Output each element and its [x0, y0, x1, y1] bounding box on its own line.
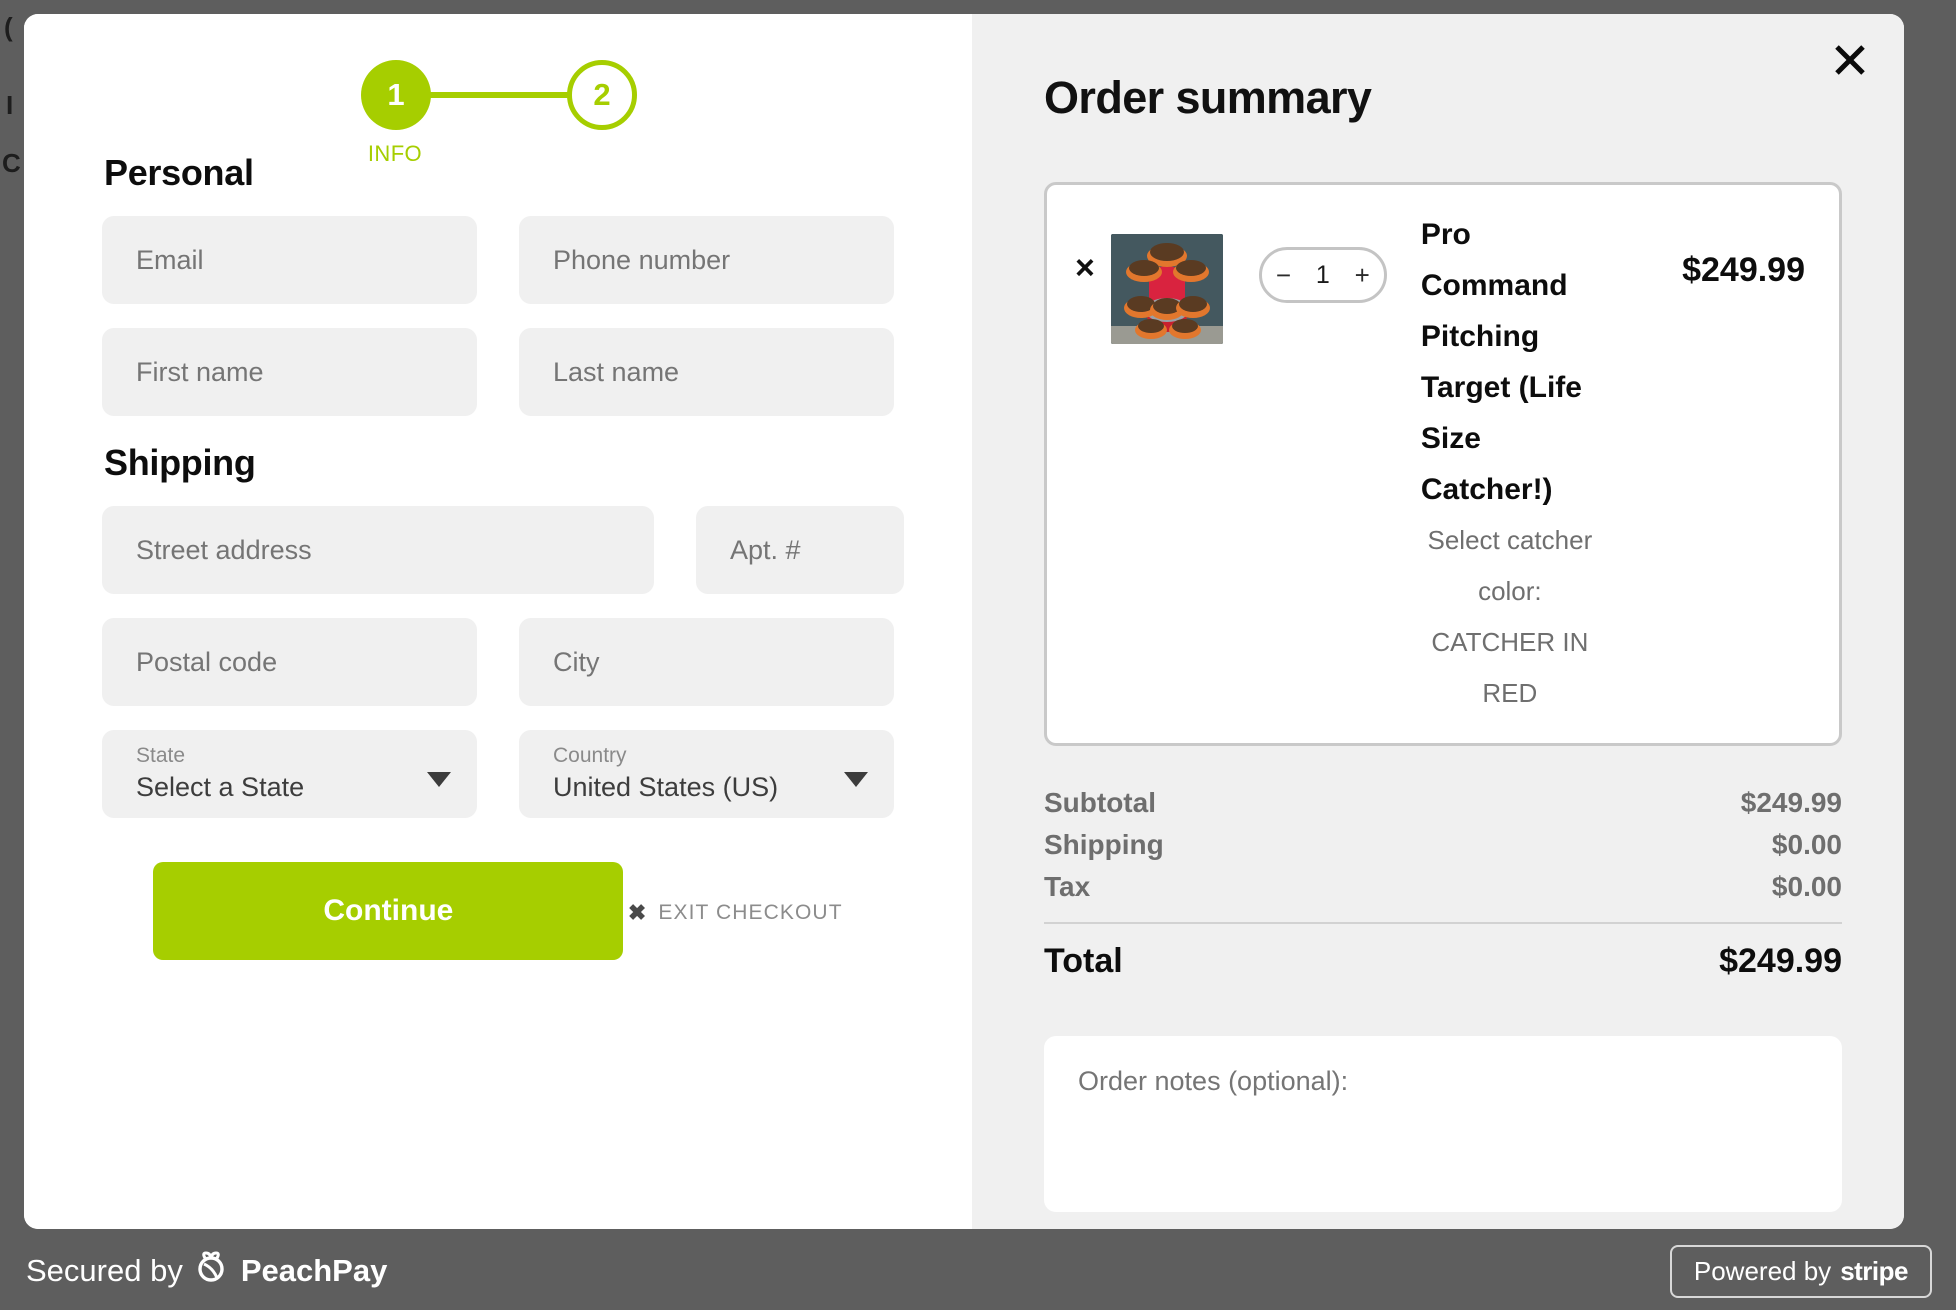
apt-field-wrap — [696, 506, 904, 594]
exit-checkout-label: EXIT CHECKOUT — [658, 901, 843, 924]
email-field[interactable] — [102, 216, 477, 304]
subtotal-value: $249.99 — [1740, 787, 1842, 818]
background-text-fragment: I — [6, 90, 14, 120]
total-value: $249.99 — [1719, 942, 1842, 980]
city-field-wrap — [519, 618, 894, 706]
stepper-step-2-number: 2 — [593, 77, 611, 112]
first-name-field-wrap — [102, 328, 477, 416]
order-summary-title: Order summary — [1044, 72, 1372, 123]
stepper-step-1-label: INFO — [367, 141, 423, 166]
checkout-stepper: 1 2 INFO — [333, 14, 663, 166]
checkout-form-pane: 1 2 INFO Personal Shipping — [24, 14, 972, 1229]
apartment-field[interactable] — [696, 506, 904, 594]
stepper-step-1-number: 1 — [387, 77, 405, 112]
state-select-label: State — [136, 744, 186, 767]
checkout-modal: 1 2 INFO Personal Shipping — [24, 14, 1904, 1229]
shipping-label: Shipping — [1044, 829, 1164, 860]
order-totals: Subtotal $249.99 Shipping $0.00 Tax $0.0… — [1044, 782, 1842, 986]
continue-area: Continue ✖ EXIT CHECKOUT — [102, 862, 894, 960]
city-field[interactable] — [519, 618, 894, 706]
shipping-value: $0.00 — [1771, 829, 1842, 860]
phone-field[interactable] — [519, 216, 894, 304]
cart-item-card: × − 1 + Pro Command Pitching Target (Lif… — [1044, 182, 1842, 746]
phone-field-wrap — [519, 216, 894, 304]
quantity-increase-button[interactable]: + — [1355, 260, 1370, 291]
state-select[interactable]: State Select a State — [102, 730, 477, 818]
stripe-badge: Powered by stripe — [1669, 1244, 1932, 1298]
totals-divider — [1044, 922, 1842, 924]
personal-row-2 — [102, 328, 894, 416]
street-field-wrap — [102, 506, 654, 594]
tax-value: $0.00 — [1771, 871, 1842, 902]
order-notes-input[interactable] — [1044, 1036, 1842, 1212]
product-thumbnail — [1110, 234, 1223, 344]
postal-code-field[interactable] — [102, 618, 477, 706]
country-select[interactable]: Country United States (US) — [519, 730, 894, 818]
close-icon[interactable] — [1826, 36, 1874, 84]
country-select-label: Country — [553, 744, 627, 767]
last-name-field[interactable] — [519, 328, 894, 416]
continue-button[interactable]: Continue — [153, 862, 624, 960]
close-small-icon: ✖ — [627, 900, 648, 925]
email-field-wrap — [102, 216, 477, 304]
shipping-row-3: State Select a State Country United Stat… — [102, 730, 894, 818]
chevron-down-icon — [844, 772, 868, 787]
stripe-brand-label: stripe — [1840, 1255, 1908, 1286]
shipping-row-1 — [102, 506, 904, 594]
totals-row-tax: Tax $0.00 — [1044, 866, 1842, 908]
total-label: Total — [1044, 942, 1123, 980]
quantity-stepper[interactable]: − 1 + — [1258, 247, 1387, 303]
postal-field-wrap — [102, 618, 477, 706]
state-select-value: Select a State — [136, 772, 305, 802]
peachpay-brand-label: PeachPay — [240, 1253, 388, 1288]
country-select-value: United States (US) — [553, 772, 779, 802]
personal-row-1 — [102, 216, 894, 304]
first-name-field[interactable] — [102, 328, 477, 416]
totals-row-total: Total $249.99 — [1044, 936, 1842, 986]
cart-item-details: Pro Command Pitching Target (Life Size C… — [1421, 209, 1599, 719]
stepper-step-2[interactable]: 2 — [567, 60, 637, 130]
last-name-field-wrap — [519, 328, 894, 416]
shipping-row-2 — [102, 618, 894, 706]
remove-item-icon[interactable]: × — [1075, 251, 1095, 285]
tax-label: Tax — [1044, 871, 1091, 902]
product-variant-label: Select catcher color: — [1427, 525, 1593, 606]
shipping-section-heading: Shipping — [104, 442, 256, 483]
state-select-wrap: State Select a State — [102, 730, 477, 818]
country-select-wrap: Country United States (US) — [519, 730, 894, 818]
product-name: Pro Command Pitching Target (Life Size C… — [1420, 218, 1582, 506]
quantity-decrease-button[interactable]: − — [1276, 260, 1291, 291]
secured-by-label: Secured by — [26, 1253, 183, 1288]
totals-row-subtotal: Subtotal $249.99 — [1044, 782, 1842, 824]
order-summary-pane: Order summary × − 1 + Pro Command Pitchi… — [972, 14, 1904, 1229]
background-text-fragment: C — [2, 148, 21, 178]
product-variant-value: CATCHER IN RED — [1431, 627, 1589, 708]
subtotal-label: Subtotal — [1044, 787, 1156, 818]
product-price: $249.99 — [1682, 251, 1805, 289]
background-text-fragment: ( — [4, 12, 13, 42]
secured-by-peachpay: Secured by PeachPay — [26, 1250, 387, 1292]
street-address-field[interactable] — [102, 506, 654, 594]
totals-row-shipping: Shipping $0.00 — [1044, 824, 1842, 866]
chevron-down-icon — [427, 772, 451, 787]
footer-bar: Secured by PeachPay Powered by stripe — [0, 1232, 1956, 1310]
quantity-value[interactable]: 1 — [1316, 261, 1330, 290]
stepper-step-1[interactable]: 1 — [361, 60, 431, 130]
personal-section-heading: Personal — [104, 152, 254, 193]
powered-by-label: Powered by — [1693, 1255, 1832, 1286]
peach-logo-icon — [195, 1250, 229, 1292]
exit-checkout-link[interactable]: ✖ EXIT CHECKOUT — [628, 900, 843, 926]
